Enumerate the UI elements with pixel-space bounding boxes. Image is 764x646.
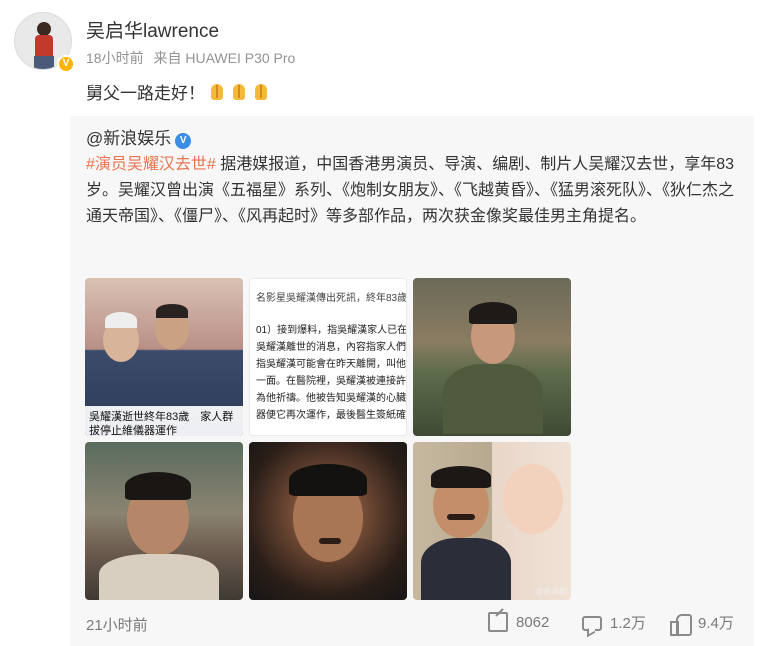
- avatar-figure-head: [37, 22, 51, 36]
- post-header: V 吴启华lawrence 18小时前 来自 HUAWEI P30 Pro: [14, 10, 754, 73]
- post-text-content: 舅父一路走好！: [86, 84, 205, 103]
- photo-caption: 拔停止維儀器運作: [89, 425, 177, 436]
- share-icon: [488, 612, 508, 632]
- avatar-figure-body: [35, 35, 53, 57]
- news-clipping-thumbnail[interactable]: 名影星吳耀漢傳出死訊，終年83歲。 01）接到爆料，指吳耀漢家人已在通 吳耀漢離…: [249, 278, 407, 436]
- clipping-line: 名影星吳耀漢傳出死訊，終年83歲。: [256, 293, 407, 304]
- author-name[interactable]: 吴启华lawrence: [86, 16, 219, 43]
- photo-hair: [125, 472, 191, 500]
- like-count: 9.4万: [698, 615, 734, 632]
- share-button[interactable]: 8062: [488, 612, 549, 632]
- clipping-line: 01）接到爆料，指吳耀漢家人已在通: [256, 325, 407, 336]
- repost-author-name[interactable]: @新浪娱乐: [86, 129, 171, 148]
- photo-hair: [156, 304, 188, 318]
- photo-mustache: [447, 514, 475, 520]
- praying-hands-icon: [251, 83, 271, 101]
- hashtag-link[interactable]: #演员吴耀汉去世#: [86, 156, 216, 173]
- photo-thumbnail[interactable]: [85, 442, 243, 600]
- clipping-line: 器便它再次運作，最後醫生簽紙確認: [256, 410, 407, 421]
- verified-badge-icon: V: [57, 55, 75, 73]
- thumbs-up-icon: [670, 613, 692, 636]
- repost-text: #演员吴耀汉去世# 据港媒报道，中国香港男演员、导演、编剧、制片人吴耀汉去世，享…: [86, 152, 746, 230]
- clipping-line: 吳耀漢離世的消息，內容指家人們接: [256, 342, 407, 353]
- photo-thumbnail[interactable]: 吳耀漢逝世終年83歲 家人群 拔停止維儀器運作: [85, 278, 243, 436]
- photo-thumbnail[interactable]: @新浪娱: [413, 442, 571, 600]
- repost-footer: 21小时前 8062 1.2万 9.4万: [70, 610, 754, 640]
- photo-hair: [469, 302, 517, 324]
- watermark: @新浪娱: [534, 587, 567, 596]
- post-text: 舅父一路走好！: [86, 79, 271, 104]
- photo-hair: [289, 464, 367, 496]
- photo-hair: [105, 312, 137, 328]
- baby-face: [503, 464, 563, 534]
- avatar-figure-legs: [34, 56, 54, 69]
- reposted-card: @新浪娱乐 V #演员吴耀汉去世# 据港媒报道，中国香港男演员、导演、编剧、制片人…: [70, 116, 754, 646]
- clipping-line: 一面。在醫院裡，吳耀漢被連接許多: [256, 376, 407, 387]
- comment-count: 1.2万: [610, 615, 646, 632]
- comment-icon: [582, 616, 602, 631]
- praying-hands-icon: [207, 83, 227, 101]
- photo-thumbnail[interactable]: [413, 278, 571, 436]
- clipping-line: 指吳耀漢可能會在昨天離開，叫他們: [256, 359, 407, 370]
- share-count: 8062: [516, 613, 550, 631]
- like-button[interactable]: 9.4万: [670, 612, 734, 636]
- post-meta: 18小时前 来自 HUAWEI P30 Pro: [86, 48, 301, 68]
- photo-body: [99, 554, 219, 600]
- repost-time[interactable]: 21小时前: [86, 614, 148, 635]
- praying-hands-icon: [229, 83, 249, 101]
- repost-author[interactable]: @新浪娱乐 V: [86, 124, 192, 149]
- photo-mustache: [319, 538, 341, 544]
- post-source: 来自 HUAWEI P30 Pro: [153, 50, 296, 66]
- blue-verified-icon: V: [175, 133, 192, 149]
- photo-body: [443, 364, 543, 434]
- photo-thumbnail[interactable]: [249, 442, 407, 600]
- clipping-line: 為他祈禱。他被告知吳耀漢的心臟李: [256, 393, 407, 404]
- post-time[interactable]: 18小时前: [86, 50, 144, 66]
- photo-hair: [431, 466, 491, 488]
- photo-body: [421, 538, 511, 600]
- comment-button[interactable]: 1.2万: [582, 612, 646, 633]
